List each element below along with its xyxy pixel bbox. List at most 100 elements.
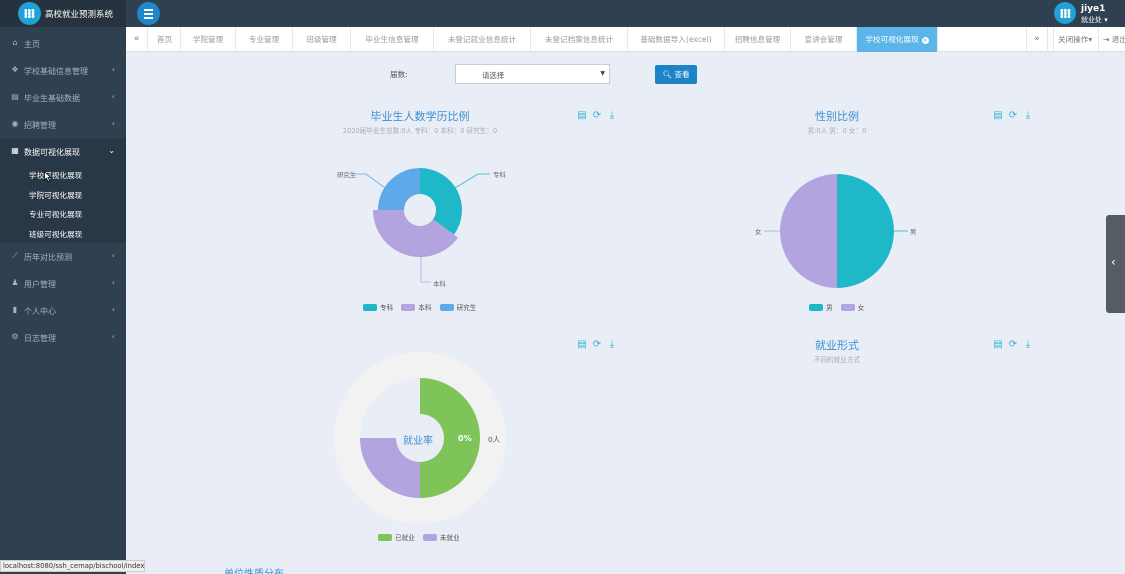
chevron-icon: ‹ bbox=[111, 332, 115, 341]
sidebar-item-8[interactable]: ⚙ 日志管理 ‹ bbox=[0, 324, 126, 351]
submenu-item-3[interactable]: 班级可视化展现 bbox=[0, 224, 126, 244]
data-view-icon[interactable]: ▤ bbox=[993, 110, 1003, 121]
legend-label: 未就业 bbox=[439, 534, 460, 542]
user-role-text: 就业处 bbox=[1081, 16, 1102, 24]
user-icon: ♟ bbox=[11, 278, 19, 287]
chevron-left-icon: ‹ bbox=[1111, 255, 1116, 269]
legend-label: 研究生 bbox=[456, 304, 477, 312]
tab-scroll-left-button[interactable]: « bbox=[126, 27, 148, 52]
menu-toggle-button[interactable] bbox=[137, 2, 160, 25]
chevron-icon: ‹ bbox=[111, 278, 115, 287]
tab-7[interactable]: 基础数据导入(excel) bbox=[628, 27, 725, 52]
sidebar-item-2[interactable]: ▤ 毕业生基础数据 ‹ bbox=[0, 84, 126, 111]
education-leader-line-yanjiusheng bbox=[355, 173, 386, 189]
legend-label: 男 bbox=[826, 304, 833, 312]
sidebar-item-7[interactable]: ▮ 个人中心 ‹ bbox=[0, 297, 126, 324]
education-label-zhuanke: 专科 bbox=[493, 171, 506, 179]
education-slice-zhuanke[interactable] bbox=[420, 168, 462, 235]
right-panel-toggle[interactable]: ‹ bbox=[1106, 215, 1125, 313]
legend-item[interactable]: 未就业 bbox=[422, 532, 460, 542]
search-icon: 🔍︎ bbox=[662, 70, 673, 79]
download-icon[interactable]: ⤓ bbox=[1023, 339, 1033, 350]
tab-9[interactable]: 宣讲会管理 bbox=[791, 27, 857, 52]
refresh-icon[interactable]: ⟳ bbox=[1008, 339, 1018, 350]
top-navbar: 高校就业预测系统 jiye1 就业处 ▾ bbox=[0, 0, 1125, 27]
chevron-icon: ‹ bbox=[111, 92, 115, 101]
tab-label: 招聘信息管理 bbox=[734, 35, 781, 44]
query-button-label: 查看 bbox=[674, 70, 690, 79]
refresh-icon[interactable]: ⟳ bbox=[592, 110, 602, 121]
close-tab-icon[interactable]: × bbox=[921, 37, 929, 44]
close-operations-dropdown[interactable]: 关闭操作▾ bbox=[1053, 27, 1097, 52]
download-icon[interactable]: ⤓ bbox=[607, 110, 617, 121]
user-menu[interactable]: jiye1 就业处 ▾ bbox=[1050, 0, 1125, 27]
gender-chart-title: 性别比例 bbox=[815, 110, 859, 123]
tab-3[interactable]: 班级管理 bbox=[293, 27, 351, 52]
sidebar-item-3[interactable]: ◉ 招聘管理 ‹ bbox=[0, 111, 126, 138]
legend-item[interactable]: 男 bbox=[809, 302, 833, 312]
caret-down-icon: ▾ bbox=[1104, 16, 1108, 24]
sidebar-item-6[interactable]: ♟ 用户管理 ‹ bbox=[0, 270, 126, 297]
legend-item[interactable]: 专科 bbox=[363, 302, 393, 312]
sidebar-item-label: 数据可视化展现 bbox=[24, 148, 80, 157]
gender-slice-male[interactable] bbox=[837, 174, 894, 288]
tab-8[interactable]: 招聘信息管理 bbox=[725, 27, 791, 52]
tab-1[interactable]: 学院管理 bbox=[181, 27, 236, 52]
download-icon[interactable]: ⤓ bbox=[607, 339, 617, 350]
legend-item[interactable]: 本科 bbox=[401, 302, 431, 312]
employment-rate-toolbox: ▤ ⟳ ⤓ bbox=[577, 339, 619, 351]
logout-button[interactable]: ⇥ 退出 bbox=[1098, 27, 1125, 52]
chevron-icon: ⌄ bbox=[108, 146, 115, 155]
tab-0[interactable]: 首页 bbox=[149, 27, 181, 52]
data-view-icon[interactable]: ▤ bbox=[993, 339, 1003, 350]
refresh-icon[interactable]: ⟳ bbox=[592, 339, 602, 350]
gender-chart-subtitle: 男:0人 男：0 女：0 bbox=[807, 127, 867, 135]
chevron-icon: ‹ bbox=[111, 119, 115, 128]
sidebar-item-5[interactable]: ⟋ 历年对比预测 ‹ bbox=[0, 243, 126, 270]
submenu-item-0[interactable]: 学校可视化展现 bbox=[0, 165, 126, 185]
legend-label: 女 bbox=[857, 304, 865, 312]
id-card-icon: ▮ bbox=[12, 305, 18, 314]
gender-slice-female[interactable] bbox=[780, 174, 837, 288]
eye-icon: ◉ bbox=[11, 119, 19, 128]
tab-label: 宣讲会管理 bbox=[804, 35, 843, 44]
employment-form-chart-title: 就业形式 bbox=[815, 339, 859, 352]
legend-swatch bbox=[840, 304, 855, 311]
tab-scroll-right-button[interactable]: » bbox=[1026, 27, 1048, 52]
employment-rate-percent: 0% bbox=[458, 434, 472, 443]
legend-item[interactable]: 研究生 bbox=[439, 302, 477, 312]
sidebar-item-1[interactable]: ❖ 学校基础信息管理 ‹ bbox=[0, 57, 126, 84]
legend-swatch bbox=[363, 304, 377, 311]
sidebar-item-label: 毕业生基础数据 bbox=[24, 94, 80, 103]
tab-10[interactable]: 学校可视化展现 × bbox=[857, 27, 938, 52]
sidebar: ⌂ 主页 ❖ 学校基础信息管理 ‹ ▤ 毕业生基础数据 ‹ ◉ 招聘管理 ‹ ▦ 数据可视化展现 ⌄ 学校… bbox=[0, 27, 126, 574]
session-filter-label: 届数: bbox=[390, 70, 408, 79]
submenu-item-2[interactable]: 专业可视化展现 bbox=[0, 204, 126, 224]
session-select[interactable]: 请选择 ▼ bbox=[455, 64, 610, 84]
legend-item[interactable]: 已就业 bbox=[378, 532, 415, 542]
logout-icon: ⇥ bbox=[1103, 35, 1110, 44]
tab-5[interactable]: 未登记就业信息统计 bbox=[434, 27, 531, 52]
refresh-icon[interactable]: ⟳ bbox=[1008, 110, 1018, 121]
query-button[interactable]: 🔍︎ 查看 bbox=[655, 65, 697, 84]
app-title: 高校就业预测系统 bbox=[45, 10, 114, 20]
brand[interactable]: 高校就业预测系统 bbox=[0, 0, 126, 27]
tab-6[interactable]: 未登记档案信息统计 bbox=[531, 27, 628, 52]
employment-slice-unemployed[interactable] bbox=[360, 438, 420, 498]
download-icon[interactable]: ⤓ bbox=[1023, 110, 1033, 121]
submenu-item-1[interactable]: 学院可视化展现 bbox=[0, 185, 126, 205]
education-chart-title: 毕业生人数学历比例 bbox=[370, 110, 470, 123]
line-chart-icon: ⟋ bbox=[12, 251, 18, 260]
sidebar-item-label: 学校基础信息管理 bbox=[24, 67, 88, 76]
sidebar-item-0[interactable]: ⌂ 主页 bbox=[0, 30, 126, 57]
data-view-icon[interactable]: ▤ bbox=[577, 339, 587, 350]
legend-item[interactable]: 女 bbox=[840, 302, 865, 312]
sidebar-item-label: 个人中心 bbox=[24, 307, 56, 316]
hamburger-icon-line bbox=[144, 17, 153, 19]
sidebar-item-4[interactable]: ▦ 数据可视化展现 ⌄ bbox=[0, 138, 126, 165]
tab-2[interactable]: 专业管理 bbox=[236, 27, 293, 52]
education-legend: 专科 本科 研究生 bbox=[363, 302, 482, 312]
data-view-icon[interactable]: ▤ bbox=[577, 110, 587, 121]
tab-4[interactable]: 毕业生信息管理 bbox=[351, 27, 434, 52]
education-slice-yanjiusheng[interactable] bbox=[378, 168, 420, 210]
